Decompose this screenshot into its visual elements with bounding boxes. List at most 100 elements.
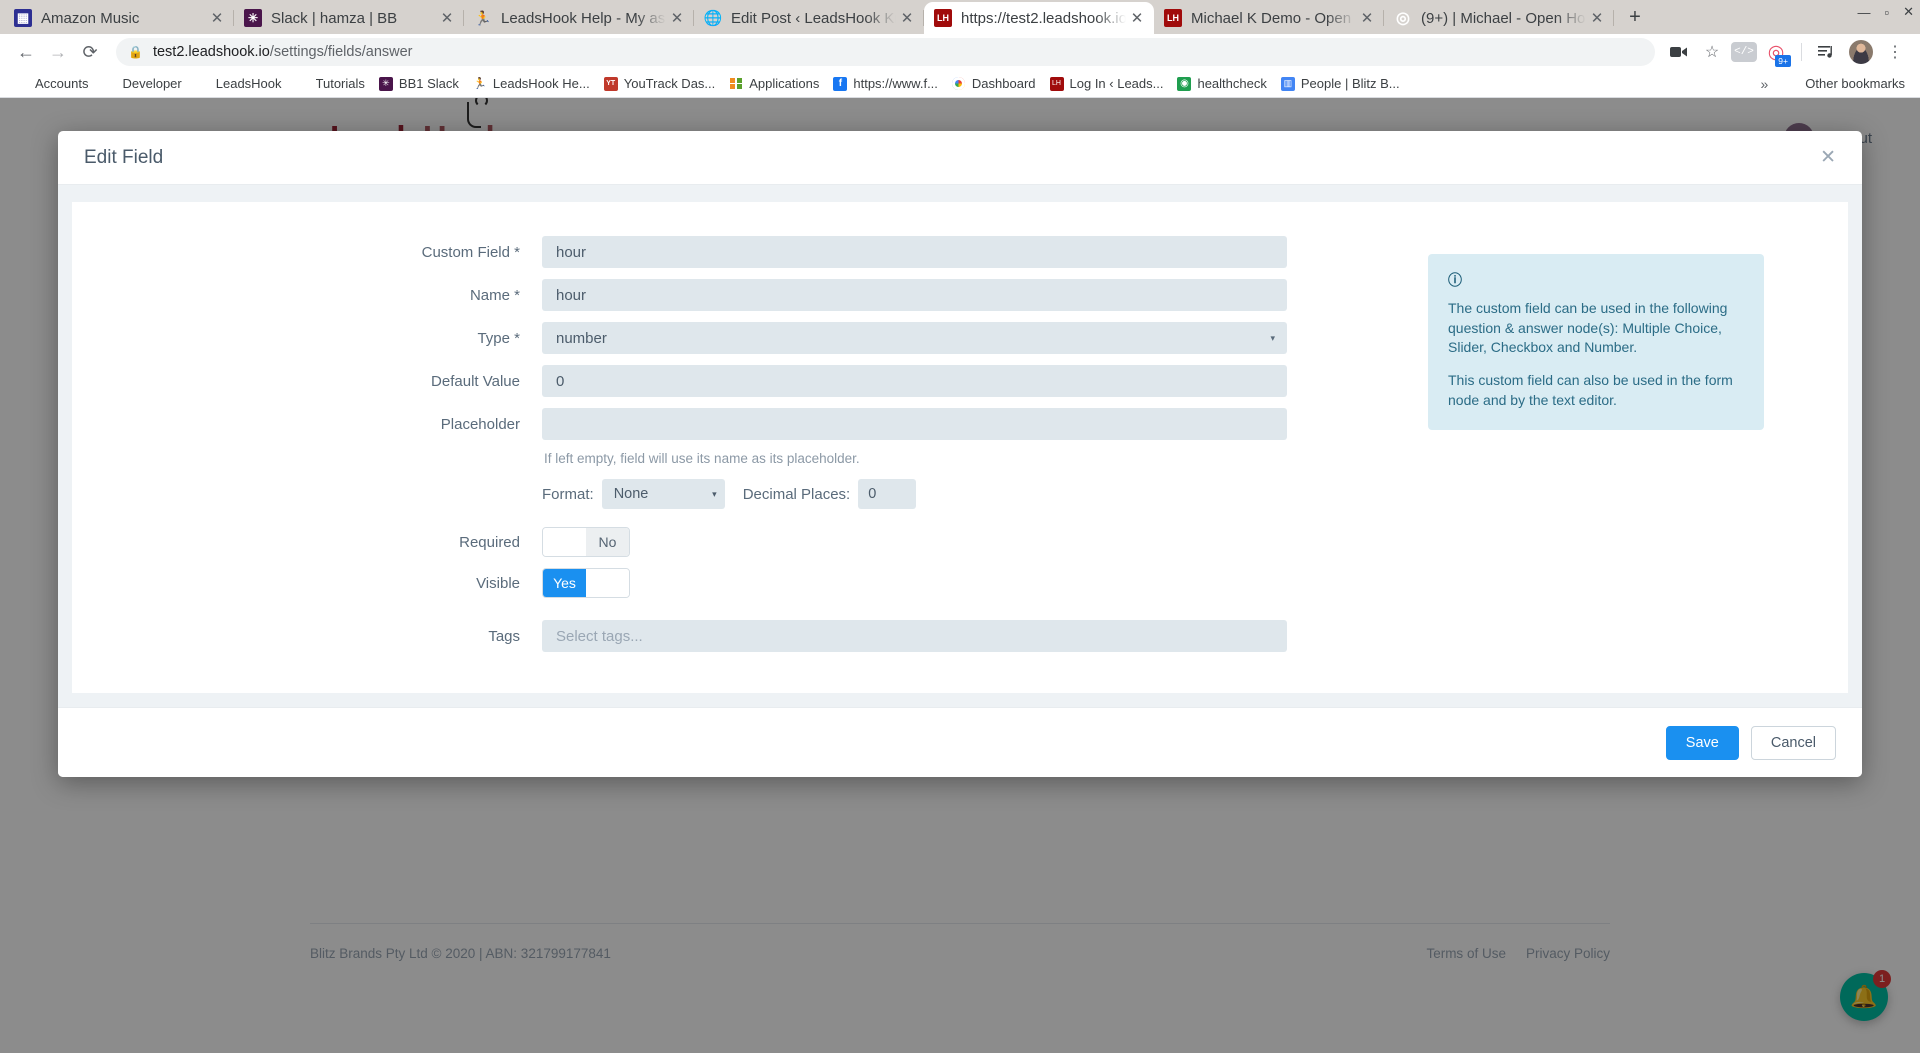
avatar-image [1849, 40, 1873, 64]
custom-field-label: Custom Field * [421, 243, 520, 261]
cancel-button[interactable]: Cancel [1750, 725, 1836, 760]
bookmark-item[interactable]: https://www.f... [826, 73, 945, 94]
tab-title: Slack | hamza | BB [271, 9, 398, 27]
type-label: Type * [477, 329, 520, 347]
chrome-menu-icon[interactable]: ⋮ [1880, 37, 1910, 67]
window-controls: — ▫ ✕ [1857, 4, 1914, 20]
custom-field-input[interactable]: hour [542, 236, 1287, 268]
browser-tab[interactable]: Amazon Music ✕ [4, 2, 234, 34]
format-label: Format: [542, 485, 594, 503]
video-camera-glyph [1669, 47, 1687, 57]
bookmarks-bar: Accounts Developer LeadsHook Tutorials B… [0, 70, 1920, 98]
browser-tab[interactable]: LeadsHook Help - My assi ✕ [464, 2, 694, 34]
bookmark-item[interactable]: Applications [722, 73, 826, 94]
folder-icon [15, 77, 29, 91]
modal-panel: Custom Field * hour Name * hour Type * n… [72, 202, 1848, 693]
bookmark-item[interactable]: People | Blitz B... [1274, 73, 1407, 94]
placeholder-hint: If left empty, field will use its name a… [544, 451, 860, 466]
bookmark-label: Log In ‹ Leads... [1069, 76, 1164, 91]
folder-icon [196, 77, 210, 91]
bookmark-item[interactable]: BB1 Slack [372, 73, 466, 94]
reload-button[interactable]: ⟳ [74, 36, 106, 68]
modal-header: Edit Field ✕ [58, 131, 1862, 185]
bookmark-label: Applications [749, 76, 820, 91]
tab-title: LeadsHook Help - My assi [501, 9, 666, 27]
placeholder-label: Placeholder [440, 415, 520, 433]
bookmark-item[interactable]: LeadsHook He... [466, 73, 597, 94]
visible-row: Visible Yes [72, 568, 1372, 598]
back-button[interactable]: ← [10, 36, 42, 68]
music-list-icon[interactable] [1812, 37, 1842, 67]
folder-icon [1785, 77, 1799, 91]
maximize-button[interactable]: ▫ [1884, 5, 1889, 20]
bookmark-star-icon[interactable]: ☆ [1697, 37, 1727, 67]
lock-icon: 🔒 [128, 45, 143, 59]
browser-toolbar: ← → ⟳ 🔒 test2.leadshook.io /settings/fie… [0, 34, 1920, 70]
required-toggle[interactable]: No [542, 527, 630, 557]
bookmark-label: https://www.f... [853, 76, 938, 91]
tab-close-button[interactable]: ✕ [896, 7, 918, 29]
placeholder-input[interactable] [542, 408, 1287, 440]
info-icon: ⓘ [1448, 272, 1462, 288]
close-window-button[interactable]: ✕ [1903, 4, 1914, 20]
leadshook-help-icon [473, 77, 487, 91]
tab-title: Amazon Music [41, 9, 140, 27]
applications-icon [729, 77, 743, 91]
bookmark-item[interactable]: LeadsHook [189, 73, 289, 94]
decimal-places-input[interactable]: 0 [858, 479, 917, 509]
new-tab-button[interactable]: + [1620, 2, 1650, 32]
format-select[interactable]: None ▾ [601, 479, 725, 509]
browser-tab[interactable]: Edit Post ‹ LeadsHook Kno ✕ [694, 2, 924, 34]
default-value-input[interactable]: 0 [542, 365, 1287, 397]
tab-strip: Amazon Music ✕ Slack | hamza | BB ✕ Lead… [0, 0, 1920, 34]
tab-close-button[interactable]: ✕ [206, 7, 228, 29]
bookmark-item[interactable]: Dashboard [945, 73, 1043, 94]
toolbar-icons: ☆ </> ◎ 9+ ⋮ [1663, 37, 1910, 67]
minimize-button[interactable]: — [1857, 5, 1870, 20]
bookmark-item[interactable]: Accounts [8, 73, 95, 94]
music-list-glyph [1818, 46, 1832, 58]
spiral-extension-icon[interactable]: ◎ 9+ [1761, 37, 1791, 67]
close-icon[interactable]: ✕ [1820, 148, 1836, 167]
bookmark-item[interactable]: YouTrack Das... [597, 73, 723, 94]
tab-close-button[interactable]: ✕ [436, 7, 458, 29]
other-bookmarks-button[interactable]: Other bookmarks [1778, 73, 1912, 94]
profile-avatar[interactable] [1846, 37, 1876, 67]
address-bar[interactable]: 🔒 test2.leadshook.io /settings/fields/an… [116, 38, 1655, 66]
forward-button[interactable]: → [42, 36, 74, 68]
youtrack-icon [603, 76, 618, 91]
name-row: Name * hour [72, 279, 1372, 311]
visible-toggle[interactable]: Yes [542, 568, 630, 598]
type-select[interactable]: number ▾ [542, 322, 1287, 354]
code-extension-icon[interactable]: </> [1731, 42, 1757, 62]
tags-label: Tags [488, 627, 520, 645]
name-input[interactable]: hour [542, 279, 1287, 311]
tab-close-button[interactable]: ✕ [1126, 7, 1148, 29]
chevron-down-icon: ▾ [1270, 332, 1275, 343]
required-label: Required [459, 533, 520, 551]
save-button[interactable]: Save [1665, 725, 1739, 760]
bookmark-label: healthcheck [1197, 76, 1267, 91]
tab-close-button[interactable]: ✕ [666, 7, 688, 29]
bookmark-label: People | Blitz B... [1300, 76, 1400, 91]
default-value-row: Default Value 0 [72, 365, 1372, 397]
tab-close-button[interactable]: ✕ [1356, 7, 1378, 29]
browser-tab[interactable]: Michael K Demo - Open fo ✕ [1154, 2, 1384, 34]
bookmarks-overflow-button[interactable]: » [1751, 76, 1779, 92]
browser-tab-active[interactable]: https://test2.leadshook.io ✕ [924, 2, 1154, 34]
tab-close-button[interactable]: ✕ [1586, 7, 1608, 29]
bookmark-item[interactable]: healthcheck [1170, 73, 1273, 94]
browser-tab[interactable]: (9+) | Michael - Open Hou ✕ [1384, 2, 1614, 34]
browser-tab[interactable]: Slack | hamza | BB ✕ [234, 2, 464, 34]
bookmark-item[interactable]: Tutorials [289, 73, 372, 94]
slack-icon [378, 76, 393, 91]
amazon-music-icon [14, 9, 32, 27]
format-select-value: None [613, 486, 649, 502]
tags-input[interactable]: Select tags... [542, 620, 1287, 652]
video-camera-icon[interactable] [1663, 37, 1693, 67]
bookmark-item[interactable]: Log In ‹ Leads... [1043, 73, 1171, 94]
bookmark-item[interactable]: Developer [95, 73, 188, 94]
modal-title: Edit Field [84, 146, 164, 168]
slack-icon [244, 9, 262, 27]
decimal-places-label: Decimal Places: [742, 485, 851, 503]
